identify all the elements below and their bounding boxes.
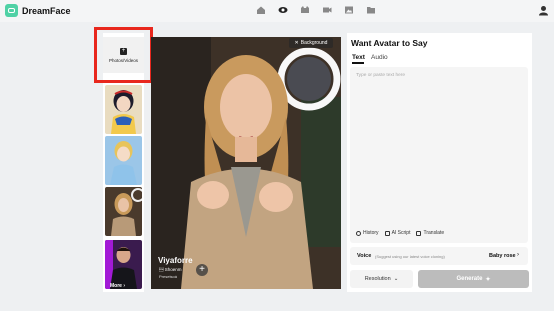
script-textarea[interactable] [350,67,528,243]
highlight-box [94,27,153,83]
voice-hint: (Suggest using our latest voice cloning) [375,254,445,259]
cinderella-thumb[interactable] [105,136,142,185]
background-icon: ✕ [294,40,299,46]
panel-title: Want Avatar to Say [351,38,428,48]
resolution-label: Resolution [364,276,391,282]
ai-script-button[interactable]: AI Script [384,230,411,236]
avatar-preset: Presetsoá [159,274,178,279]
resolution-dropdown[interactable]: Resolution ⌄ [350,270,413,288]
generate-button[interactable]: Generate ✦ [418,270,529,288]
avatar-video-preview[interactable] [151,37,341,289]
add-button[interactable]: + [196,264,208,276]
chevron-down-icon: ⌄ [393,276,399,282]
image-icon[interactable] [344,5,354,15]
more-label: More [110,283,122,289]
ai-script-icon [384,230,390,236]
chevron-right-icon[interactable]: › [517,252,519,258]
app-logo[interactable]: DreamFace [5,4,71,17]
translate-button[interactable]: Translate [416,230,444,236]
background-label: Background [300,40,328,46]
man-thumb[interactable] [105,240,142,289]
active-tab-indicator [352,62,364,64]
history-button[interactable]: History [356,230,379,236]
logo-icon [5,4,18,17]
app-name: DreamFace [22,5,71,16]
video-icon[interactable] [322,5,332,15]
cat-icon[interactable] [300,5,310,15]
tab-audio[interactable]: Audio [371,54,388,61]
top-bar: DreamFace [0,0,554,22]
sparkle-icon: ✦ [485,276,491,283]
more-link[interactable]: More › [110,283,125,289]
folder-icon[interactable] [366,5,376,15]
translate-icon [416,230,422,236]
translate-label: Translate [423,230,445,236]
avatar-icon[interactable] [278,5,288,15]
avatar-meta:  Shoenm [159,267,182,272]
tab-text[interactable]: Text [352,54,365,61]
ai-script-label: AI Script [391,230,411,236]
top-nav [256,5,376,15]
history-icon [356,230,361,236]
home-icon[interactable] [256,5,266,15]
voice-label: Voice [357,253,372,259]
generate-label: Generate [456,276,483,282]
history-label: History [363,230,379,236]
snow-white-thumb[interactable] [105,85,142,134]
script-tools: History AI Script Translate [356,230,444,236]
avatar-name: Viyaforre [158,256,193,265]
voice-value[interactable]: Baby rose [489,253,516,259]
woman-thumb[interactable] [105,187,142,236]
background-button[interactable]: ✕ Background [289,38,333,48]
profile-icon[interactable] [538,5,549,16]
